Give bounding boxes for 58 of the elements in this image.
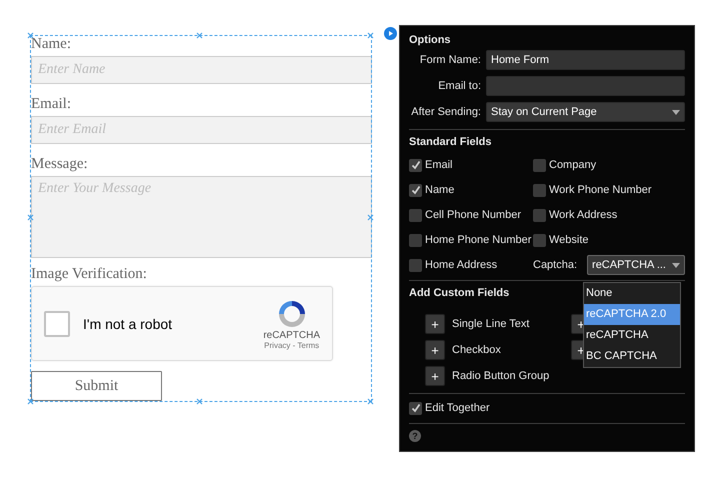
section-title: Standard Fields — [409, 136, 492, 150]
resize-handle-icon[interactable] — [367, 214, 374, 221]
caret-icon — [672, 262, 680, 268]
resize-handle-icon[interactable] — [27, 214, 34, 221]
caret-icon — [672, 110, 680, 114]
checkbox-label: Name — [425, 184, 454, 196]
resize-handle-icon[interactable] — [367, 398, 374, 405]
checkbox-label: Work Phone Number — [549, 184, 652, 196]
checkbox[interactable] — [409, 234, 422, 246]
captcha-brand: reCAPTCHA — [263, 330, 320, 340]
field-label: Name: — [31, 36, 72, 53]
text-field[interactable] — [486, 76, 685, 96]
dropdown-option[interactable]: None — [584, 283, 680, 304]
checkbox-label: Work Address — [549, 209, 618, 221]
checkbox[interactable] — [409, 258, 422, 272]
checkbox-label: Company — [549, 159, 596, 171]
checkbox-label: Email — [425, 159, 453, 171]
checkbox-label: Home Address — [425, 259, 498, 271]
field-label: Email: — [31, 96, 72, 113]
checkbox-label: Website — [549, 234, 589, 246]
checkbox[interactable] — [409, 184, 422, 196]
checkbox[interactable] — [533, 184, 546, 196]
option-label: Email to: — [437, 80, 481, 92]
section-title: Add Custom Fields — [409, 287, 510, 301]
checkbox[interactable] — [409, 208, 422, 222]
checkbox-label: Cell Phone Number — [425, 209, 521, 221]
checkbox[interactable] — [409, 158, 422, 172]
add-button[interactable]: + — [425, 340, 445, 360]
option-label: After Sending: — [410, 106, 481, 118]
play-icon[interactable] — [384, 27, 397, 40]
section-title: Options — [409, 34, 451, 48]
checkbox-label: Home Phone Number — [425, 234, 532, 246]
checkbox[interactable] — [533, 234, 546, 246]
field-type-label: Single Line Text — [452, 318, 530, 330]
resize-handle-icon[interactable] — [367, 32, 374, 39]
checkbox[interactable] — [533, 158, 546, 172]
field-type-label: Checkbox — [452, 344, 501, 356]
option-label: Form Name: — [418, 54, 481, 66]
resize-handle-icon[interactable] — [27, 398, 34, 405]
checkbox[interactable] — [533, 208, 546, 222]
checkbox[interactable] — [409, 402, 422, 414]
dropdown[interactable]: Stay on Current Page — [486, 102, 685, 122]
captcha-label: I'm not a robot — [83, 316, 174, 332]
resize-handle-icon[interactable] — [27, 32, 34, 39]
field-label: Message: — [31, 156, 89, 173]
privacy-terms-link[interactable]: Privacy - Terms — [264, 340, 320, 350]
captcha-label: Captcha: — [533, 259, 578, 271]
resize-handle-icon[interactable] — [196, 32, 203, 39]
field-type-label: Radio Button Group — [452, 370, 550, 382]
add-button[interactable]: + — [425, 314, 445, 334]
text-field[interactable]: Home Form — [486, 50, 685, 70]
checkbox-label: Edit Together — [425, 402, 490, 414]
captcha-checkbox[interactable] — [44, 310, 70, 336]
field-label: Image Verification: — [31, 266, 148, 283]
captcha-dropdown[interactable]: reCAPTCHA ... — [587, 255, 686, 275]
resize-handle-icon[interactable] — [196, 398, 203, 405]
add-button[interactable]: + — [425, 366, 445, 386]
submit-button[interactable]: Submit — [31, 371, 162, 401]
